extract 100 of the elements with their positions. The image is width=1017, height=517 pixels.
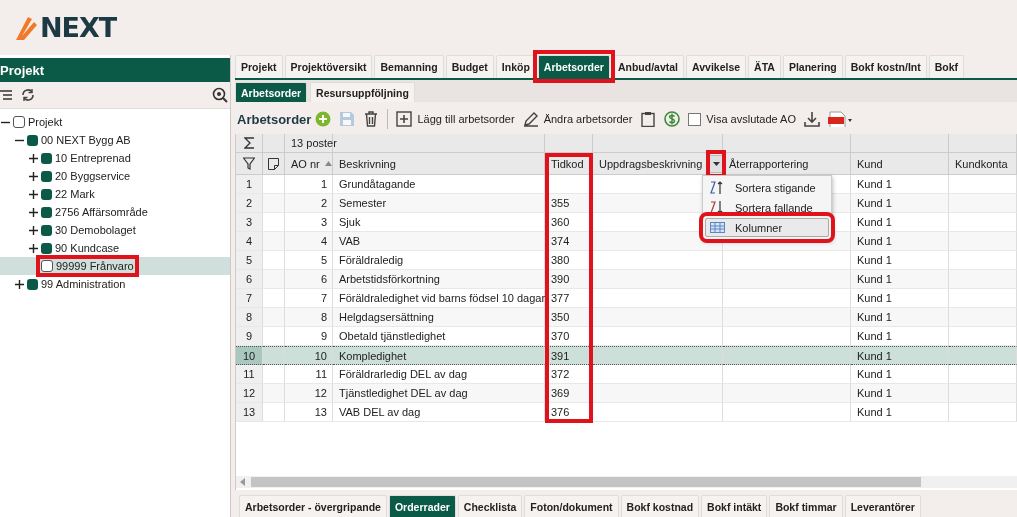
row-number[interactable]: 13 <box>236 403 263 422</box>
subtab[interactable]: Arbetsorder <box>235 82 308 102</box>
show-closed-checkbox[interactable]: Visa avslutade AO <box>688 112 796 126</box>
tree-item[interactable]: 00 NEXT Bygg AB <box>0 131 230 149</box>
tab[interactable]: Projekt <box>235 55 283 78</box>
table-cell: 2 <box>285 194 333 213</box>
filter-icon[interactable] <box>243 157 255 170</box>
tree-item[interactable]: 2756 Affärsområde <box>0 203 230 221</box>
column-header[interactable]: Beskrivning <box>333 157 401 170</box>
tab[interactable]: Bokf kostnad <box>620 495 700 517</box>
tab[interactable]: Bokf kostn/Int <box>844 55 927 78</box>
table-cell: 4 <box>285 232 333 251</box>
table-cell: Sjuk <box>333 213 545 232</box>
row-number[interactable]: 5 <box>236 251 263 270</box>
currency-icon[interactable] <box>664 111 681 127</box>
column-header[interactable]: Återrapportering <box>723 157 814 170</box>
expand-icon[interactable] <box>28 243 38 253</box>
tree-item[interactable]: 22 Mark <box>0 185 230 203</box>
tab[interactable]: Orderrader <box>388 495 456 517</box>
table-cell: Kund 1 <box>851 232 949 251</box>
table-cell: Grundåtagande <box>333 175 545 194</box>
table-cell: 3 <box>285 213 333 232</box>
tab[interactable]: Leverantörer <box>844 495 921 517</box>
tab[interactable]: Checklista <box>457 495 523 517</box>
delete-icon[interactable] <box>363 111 380 127</box>
column-header[interactable]: Kund <box>851 157 888 170</box>
row-number[interactable]: 10 <box>236 346 263 365</box>
table-cell: Kund 1 <box>851 403 949 422</box>
toolbar-title: Arbetsorder <box>237 111 312 127</box>
expand-icon[interactable] <box>28 189 38 199</box>
table-cell: VAB <box>333 232 545 251</box>
expand-icon[interactable] <box>28 207 38 217</box>
list-icon[interactable] <box>0 89 12 101</box>
expand-icon[interactable] <box>28 153 38 163</box>
column-header[interactable]: Tidkod <box>545 157 589 170</box>
project-icon <box>41 242 52 254</box>
record-count: 13 poster <box>290 137 338 149</box>
tab[interactable]: Foton/dokument <box>524 495 619 517</box>
row-number[interactable]: 12 <box>236 384 263 403</box>
clipboard-icon[interactable] <box>640 111 657 127</box>
tab[interactable]: Bemanning <box>374 55 444 78</box>
row-number[interactable]: 8 <box>236 308 263 327</box>
tab[interactable]: Inköp <box>495 55 536 78</box>
column-header[interactable]: AO nr <box>285 157 325 170</box>
tab[interactable]: Bokf intäkt <box>701 495 768 517</box>
tree-item[interactable]: 20 Byggservice <box>0 167 230 185</box>
tab[interactable]: ÄTA <box>748 55 781 78</box>
tab[interactable]: Planering <box>782 55 843 78</box>
column-header[interactable]: Kundkonta <box>949 157 1013 170</box>
pdf-icon[interactable] <box>828 111 852 127</box>
tree-item[interactable]: 30 Demobolaget <box>0 221 230 239</box>
tab[interactable]: Bokf <box>928 55 965 78</box>
row-number[interactable]: 9 <box>236 327 263 346</box>
row-number[interactable]: 7 <box>236 289 263 308</box>
row-number[interactable]: 1 <box>236 175 263 194</box>
tree-item[interactable]: 90 Kundcase <box>0 239 230 257</box>
table-cell: Kund 1 <box>851 289 949 308</box>
row-number[interactable]: 2 <box>236 194 263 213</box>
table-cell: 8 <box>285 308 333 327</box>
tab[interactable]: Avvikelse <box>686 55 747 78</box>
tab[interactable]: Budget <box>445 55 494 78</box>
sum-icon[interactable] <box>243 137 255 149</box>
tree-item[interactable]: 99 Administration <box>0 275 230 293</box>
expand-icon[interactable] <box>28 225 38 235</box>
row-number[interactable]: 6 <box>236 270 263 289</box>
download-icon[interactable] <box>804 111 820 127</box>
table-cell: Kund 1 <box>851 327 949 346</box>
subtab[interactable]: Resursuppföljning <box>310 82 415 102</box>
table-cell: 11 <box>285 365 333 384</box>
table-cell: Föräldraledighet vid barns födsel 10 dagar <box>333 289 545 308</box>
tab[interactable]: Projektöversikt <box>284 55 373 78</box>
tree-label: 20 Byggservice <box>55 170 131 182</box>
tab[interactable]: Arbetsorder <box>537 55 610 78</box>
checkbox[interactable] <box>41 260 53 272</box>
scrollbar-thumb[interactable] <box>251 477 921 487</box>
table-cell: 5 <box>285 251 333 270</box>
checkbox[interactable] <box>13 116 25 128</box>
add-order-button[interactable]: Lägg till arbetsorder <box>396 111 515 127</box>
column-header[interactable]: Uppdragsbeskrivning <box>593 157 708 170</box>
tree-label: 99999 Frånvaro <box>56 260 134 272</box>
row-number[interactable]: 3 <box>236 213 263 232</box>
tab[interactable]: Arbetsorder - övergripande <box>239 495 387 517</box>
table-cell: Kund 1 <box>851 365 949 384</box>
table-cell: Kund 1 <box>851 308 949 327</box>
edit-order-button[interactable]: Ändra arbetsorder <box>522 111 633 127</box>
tree-item[interactable]: 10 Entreprenad <box>0 149 230 167</box>
row-number[interactable]: 11 <box>236 365 263 384</box>
table-cell: Helgdagsersättning <box>333 308 545 327</box>
tab[interactable]: Bokf timmar <box>769 495 843 517</box>
table-cell: Semester <box>333 194 545 213</box>
row-number[interactable]: 4 <box>236 232 263 251</box>
table-cell: Kund 1 <box>851 270 949 289</box>
refresh-icon[interactable] <box>20 87 36 103</box>
expand-icon[interactable] <box>14 279 24 289</box>
tree-label: 90 Kundcase <box>55 242 120 254</box>
menu-item[interactable]: Sortera stigande <box>705 178 829 197</box>
menu-item[interactable]: Sortera fallande <box>705 198 829 217</box>
search-icon[interactable] <box>212 87 228 103</box>
expand-icon[interactable] <box>28 171 38 181</box>
tree-item[interactable]: Projekt <box>0 113 230 131</box>
